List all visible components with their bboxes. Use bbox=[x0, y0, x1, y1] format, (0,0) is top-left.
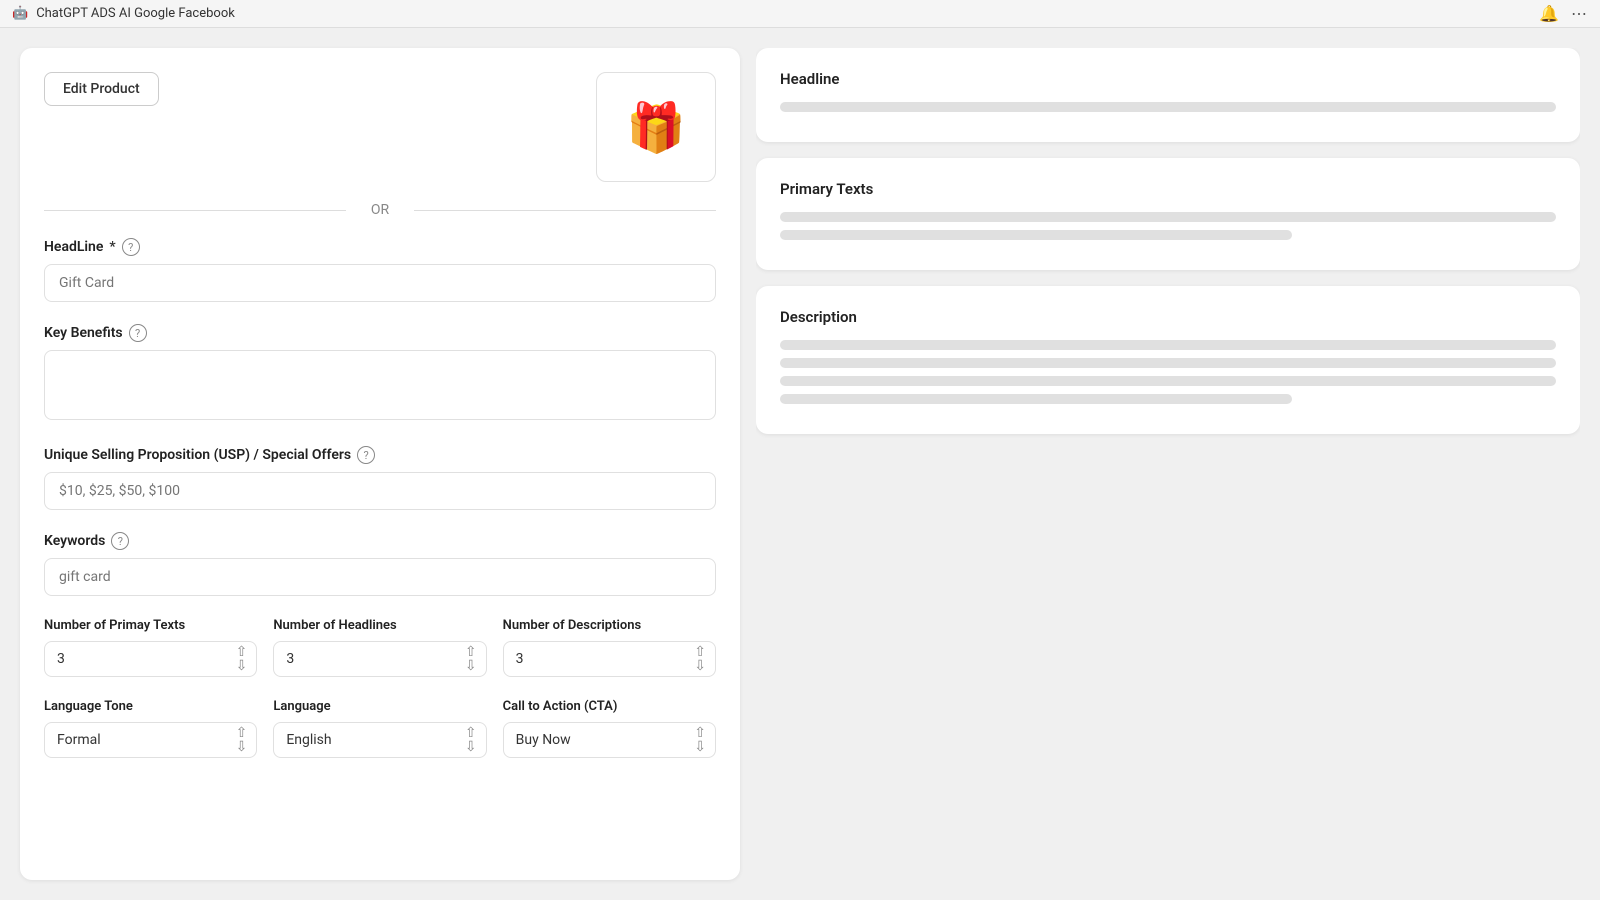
primary-texts-skeleton-2 bbox=[780, 230, 1292, 240]
key-benefits-label: Key Benefits ? bbox=[44, 324, 716, 342]
language-label: Language bbox=[273, 699, 486, 714]
number-selects-row: Number of Primay Texts 3 1 2 4 5 ⇧⇩ Numb… bbox=[44, 618, 716, 677]
description-skeleton-1 bbox=[780, 340, 1556, 350]
notification-icon[interactable]: 🔔 bbox=[1540, 5, 1558, 23]
description-preview-card: Description bbox=[756, 286, 1580, 434]
headline-group: HeadLine * ? bbox=[44, 238, 716, 302]
menu-icon[interactable]: ⋯ bbox=[1570, 5, 1588, 23]
number-headlines-label: Number of Headlines bbox=[273, 618, 486, 633]
usp-input[interactable] bbox=[44, 472, 716, 510]
cta-select[interactable]: Buy Now Learn More Sign Up Shop Now bbox=[503, 722, 716, 758]
number-headlines-select-wrapper: 3 1 2 4 5 ⇧⇩ bbox=[273, 641, 486, 677]
number-descriptions-select[interactable]: 3 1 2 4 5 bbox=[503, 641, 716, 677]
headline-input[interactable] bbox=[44, 264, 716, 302]
primary-texts-preview-title: Primary Texts bbox=[780, 180, 1556, 198]
usp-help-icon[interactable]: ? bbox=[357, 446, 375, 464]
headline-preview-card: Headline bbox=[756, 48, 1580, 142]
number-primary-texts-label: Number of Primay Texts bbox=[44, 618, 257, 633]
language-tone-group: Language Tone Formal Casual Friendly Pro… bbox=[44, 699, 257, 758]
keywords-label: Keywords ? bbox=[44, 532, 716, 550]
number-descriptions-select-wrapper: 3 1 2 4 5 ⇧⇩ bbox=[503, 641, 716, 677]
number-headlines-select[interactable]: 3 1 2 4 5 bbox=[273, 641, 486, 677]
language-tone-label: Language Tone bbox=[44, 699, 257, 714]
right-panel: Headline Primary Texts Description bbox=[756, 48, 1580, 880]
number-descriptions-group: Number of Descriptions 3 1 2 4 5 ⇧⇩ bbox=[503, 618, 716, 677]
number-primary-texts-select-wrapper: 3 1 2 4 5 ⇧⇩ bbox=[44, 641, 257, 677]
description-skeleton-2 bbox=[780, 358, 1556, 368]
cta-select-wrapper: Buy Now Learn More Sign Up Shop Now ⇧⇩ bbox=[503, 722, 716, 758]
usp-label: Unique Selling Proposition (USP) / Speci… bbox=[44, 446, 716, 464]
product-image: 🎁 bbox=[596, 72, 716, 182]
cta-label: Call to Action (CTA) bbox=[503, 699, 716, 714]
description-preview-title: Description bbox=[780, 308, 1556, 326]
number-descriptions-label: Number of Descriptions bbox=[503, 618, 716, 633]
number-primary-texts-select[interactable]: 3 1 2 4 5 bbox=[44, 641, 257, 677]
description-skeleton-3 bbox=[780, 376, 1556, 386]
keywords-group: Keywords ? bbox=[44, 532, 716, 596]
app-title-bar: 🤖 ChatGPT ADS AI Google Facebook bbox=[12, 6, 235, 21]
number-headlines-group: Number of Headlines 3 1 2 4 5 ⇧⇩ bbox=[273, 618, 486, 677]
cta-group: Call to Action (CTA) Buy Now Learn More … bbox=[503, 699, 716, 758]
keywords-help-icon[interactable]: ? bbox=[111, 532, 129, 550]
headline-skeleton-line bbox=[780, 102, 1556, 112]
top-bar-actions: 🔔 ⋯ bbox=[1540, 5, 1588, 23]
app-title: ChatGPT ADS AI Google Facebook bbox=[36, 6, 235, 21]
key-benefits-group: Key Benefits ? bbox=[44, 324, 716, 424]
language-tone-select-wrapper: Formal Casual Friendly Professional ⇧⇩ bbox=[44, 722, 257, 758]
main-content: Edit Product 🎁 OR HeadLine * ? Key Benef… bbox=[0, 28, 1600, 900]
headline-preview-title: Headline bbox=[780, 70, 1556, 88]
number-primary-texts-group: Number of Primay Texts 3 1 2 4 5 ⇧⇩ bbox=[44, 618, 257, 677]
key-benefits-input[interactable] bbox=[44, 350, 716, 420]
headline-help-icon[interactable]: ? bbox=[122, 238, 140, 256]
top-bar: 🤖 ChatGPT ADS AI Google Facebook 🔔 ⋯ bbox=[0, 0, 1600, 28]
key-benefits-help-icon[interactable]: ? bbox=[129, 324, 147, 342]
language-cta-row: Language Tone Formal Casual Friendly Pro… bbox=[44, 699, 716, 758]
required-star: * bbox=[109, 239, 115, 255]
language-select-wrapper: English Spanish French German ⇧⇩ bbox=[273, 722, 486, 758]
language-tone-select[interactable]: Formal Casual Friendly Professional bbox=[44, 722, 257, 758]
left-panel: Edit Product 🎁 OR HeadLine * ? Key Benef… bbox=[20, 48, 740, 880]
keywords-input[interactable] bbox=[44, 558, 716, 596]
primary-texts-preview-card: Primary Texts bbox=[756, 158, 1580, 270]
headline-label: HeadLine * ? bbox=[44, 238, 716, 256]
top-section: Edit Product 🎁 bbox=[44, 72, 716, 182]
usp-group: Unique Selling Proposition (USP) / Speci… bbox=[44, 446, 716, 510]
product-emoji: 🎁 bbox=[626, 99, 686, 156]
or-divider: OR bbox=[44, 202, 716, 218]
language-select[interactable]: English Spanish French German bbox=[273, 722, 486, 758]
edit-product-button[interactable]: Edit Product bbox=[44, 72, 159, 106]
language-group: Language English Spanish French German ⇧… bbox=[273, 699, 486, 758]
primary-texts-skeleton-1 bbox=[780, 212, 1556, 222]
description-skeleton-4 bbox=[780, 394, 1292, 404]
